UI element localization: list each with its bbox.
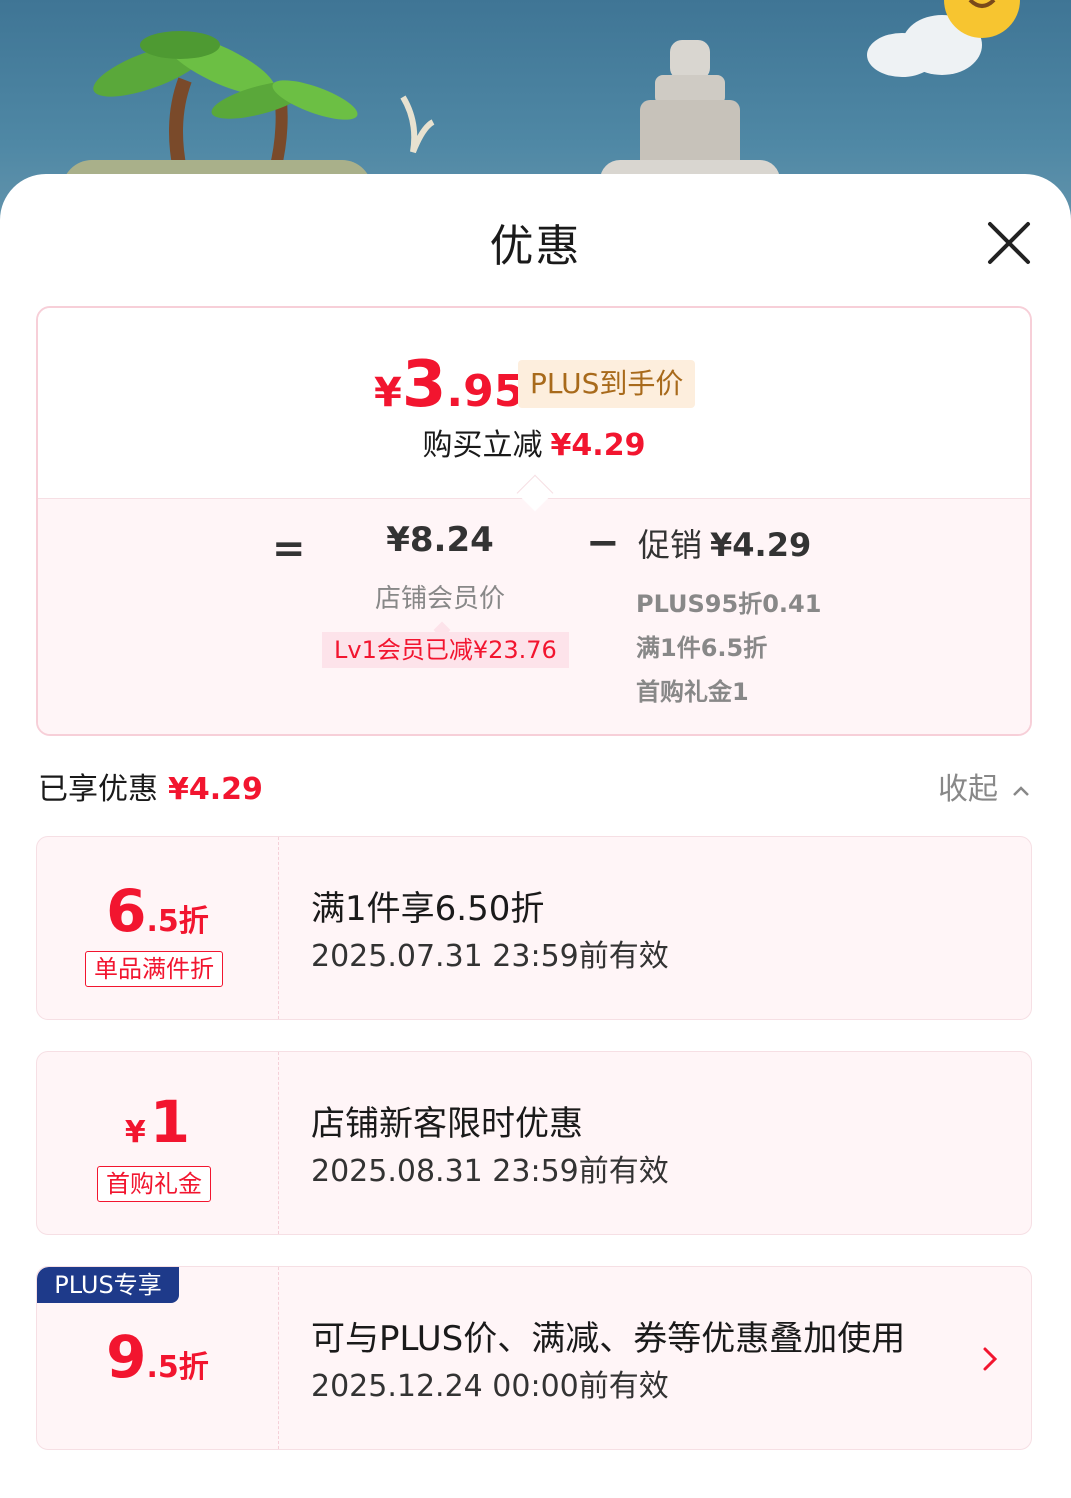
- coupon-card[interactable]: 6.5折 单品满件折 满1件享6.50折 2025.07.31 23:59前有效: [36, 836, 1032, 1020]
- equal-sign: =: [272, 526, 306, 572]
- promo-label: 促销: [638, 526, 703, 564]
- coupon-divider: [278, 1052, 279, 1234]
- coupon-date: 2025.08.31 23:59前有效: [311, 1154, 669, 1189]
- coupon-value-area: ¥1 首购礼金: [37, 1052, 278, 1234]
- promo-item: 满1件6.5折: [636, 634, 768, 662]
- plus-coupon-card[interactable]: PLUS专享 9.5折 可与PLUS价、满减、券等优惠叠加使用 2025.12.…: [36, 1266, 1032, 1450]
- minus-sign: −: [586, 520, 620, 566]
- member-level-tag: Lv1会员已减¥23.76: [322, 632, 569, 668]
- coupon-card[interactable]: ¥1 首购礼金 店铺新客限时优惠 2025.08.31 23:59前有效: [36, 1051, 1032, 1235]
- coupon-value-area: 6.5折 单品满件折: [37, 837, 278, 1019]
- coupon-value-big: 9: [106, 1323, 147, 1391]
- final-price-section: ¥3.95 PLUS到手价 购买立减 ¥4.29: [38, 308, 1030, 498]
- coupon-date: 2025.12.24 00:00前有效: [311, 1369, 669, 1404]
- coupon-title: 满1件享6.50折: [311, 889, 545, 929]
- coupon-divider: [278, 837, 279, 1019]
- promo-item: PLUS95折0.41: [636, 590, 822, 618]
- final-price-int: 3: [401, 348, 447, 422]
- final-price-yen: ¥: [374, 370, 402, 416]
- coupon-value-big: 1: [149, 1088, 191, 1156]
- coupon-value: ¥1: [37, 1088, 278, 1156]
- final-price: ¥3.95: [374, 348, 524, 422]
- instant-discount-label: 购买立减: [422, 428, 543, 463]
- close-icon[interactable]: [982, 216, 1036, 270]
- member-price-label: 店铺会员价: [374, 584, 505, 614]
- promo-amount: ¥4.29: [710, 526, 812, 564]
- promo-item: 首购礼金1: [636, 678, 749, 706]
- coupon-type-tag: 单品满件折: [85, 951, 223, 987]
- coupon-title: 可与PLUS价、满减、券等优惠叠加使用: [311, 1319, 906, 1359]
- enjoyed-amount: ¥4.29: [168, 772, 263, 807]
- coupon-value: 6.5折: [37, 877, 278, 945]
- enjoyed-discount-header: 已享优惠 ¥4.29: [38, 764, 263, 808]
- sun-illustration: [944, 0, 1020, 38]
- plus-price-tag: PLUS到手价: [518, 360, 696, 408]
- coupon-divider: [278, 1267, 279, 1449]
- instant-discount-amount: ¥4.29: [550, 428, 646, 463]
- collapse-label: 收起: [938, 772, 998, 807]
- price-summary-card: ¥3.95 PLUS到手价 购买立减 ¥4.29 = ¥8.24 店铺会员价 Lv…: [36, 306, 1032, 736]
- coupon-value-small: .5折: [146, 904, 209, 939]
- discount-sheet: 优惠 ¥3.95 PLUS到手价 购买立减 ¥4.29 = ¥8.24 店铺会员价…: [0, 174, 1071, 1498]
- sheet-title: 优惠: [489, 221, 582, 272]
- coupon-date: 2025.07.31 23:59前有效: [311, 939, 669, 974]
- instant-discount-row: 购买立减 ¥4.29: [38, 420, 1030, 464]
- palm-tree-illustration: [93, 31, 358, 172]
- member-price: ¥8.24: [386, 520, 494, 560]
- coupon-value: 9.5折: [37, 1323, 278, 1391]
- bird-illustration: [400, 95, 435, 154]
- coupon-value-big: 6: [106, 877, 147, 945]
- coupon-title: 店铺新客限时优惠: [311, 1104, 583, 1144]
- promo-total: 促销 ¥4.29: [638, 520, 811, 566]
- enjoyed-label: 已享优惠: [38, 772, 158, 807]
- coupon-value-area: 9.5折: [37, 1267, 278, 1449]
- coupon-value-small: .5折: [146, 1350, 209, 1385]
- collapse-button[interactable]: 收起: [938, 764, 1030, 808]
- coupon-type-tag: 首购礼金: [97, 1166, 211, 1202]
- final-price-dec: .95: [446, 366, 525, 417]
- chevron-right-icon[interactable]: [981, 1345, 999, 1373]
- final-price-row: ¥3.95 PLUS到手价: [38, 348, 1030, 428]
- coupon-value-yen: ¥: [124, 1115, 146, 1150]
- chevron-up-icon: [1013, 785, 1029, 796]
